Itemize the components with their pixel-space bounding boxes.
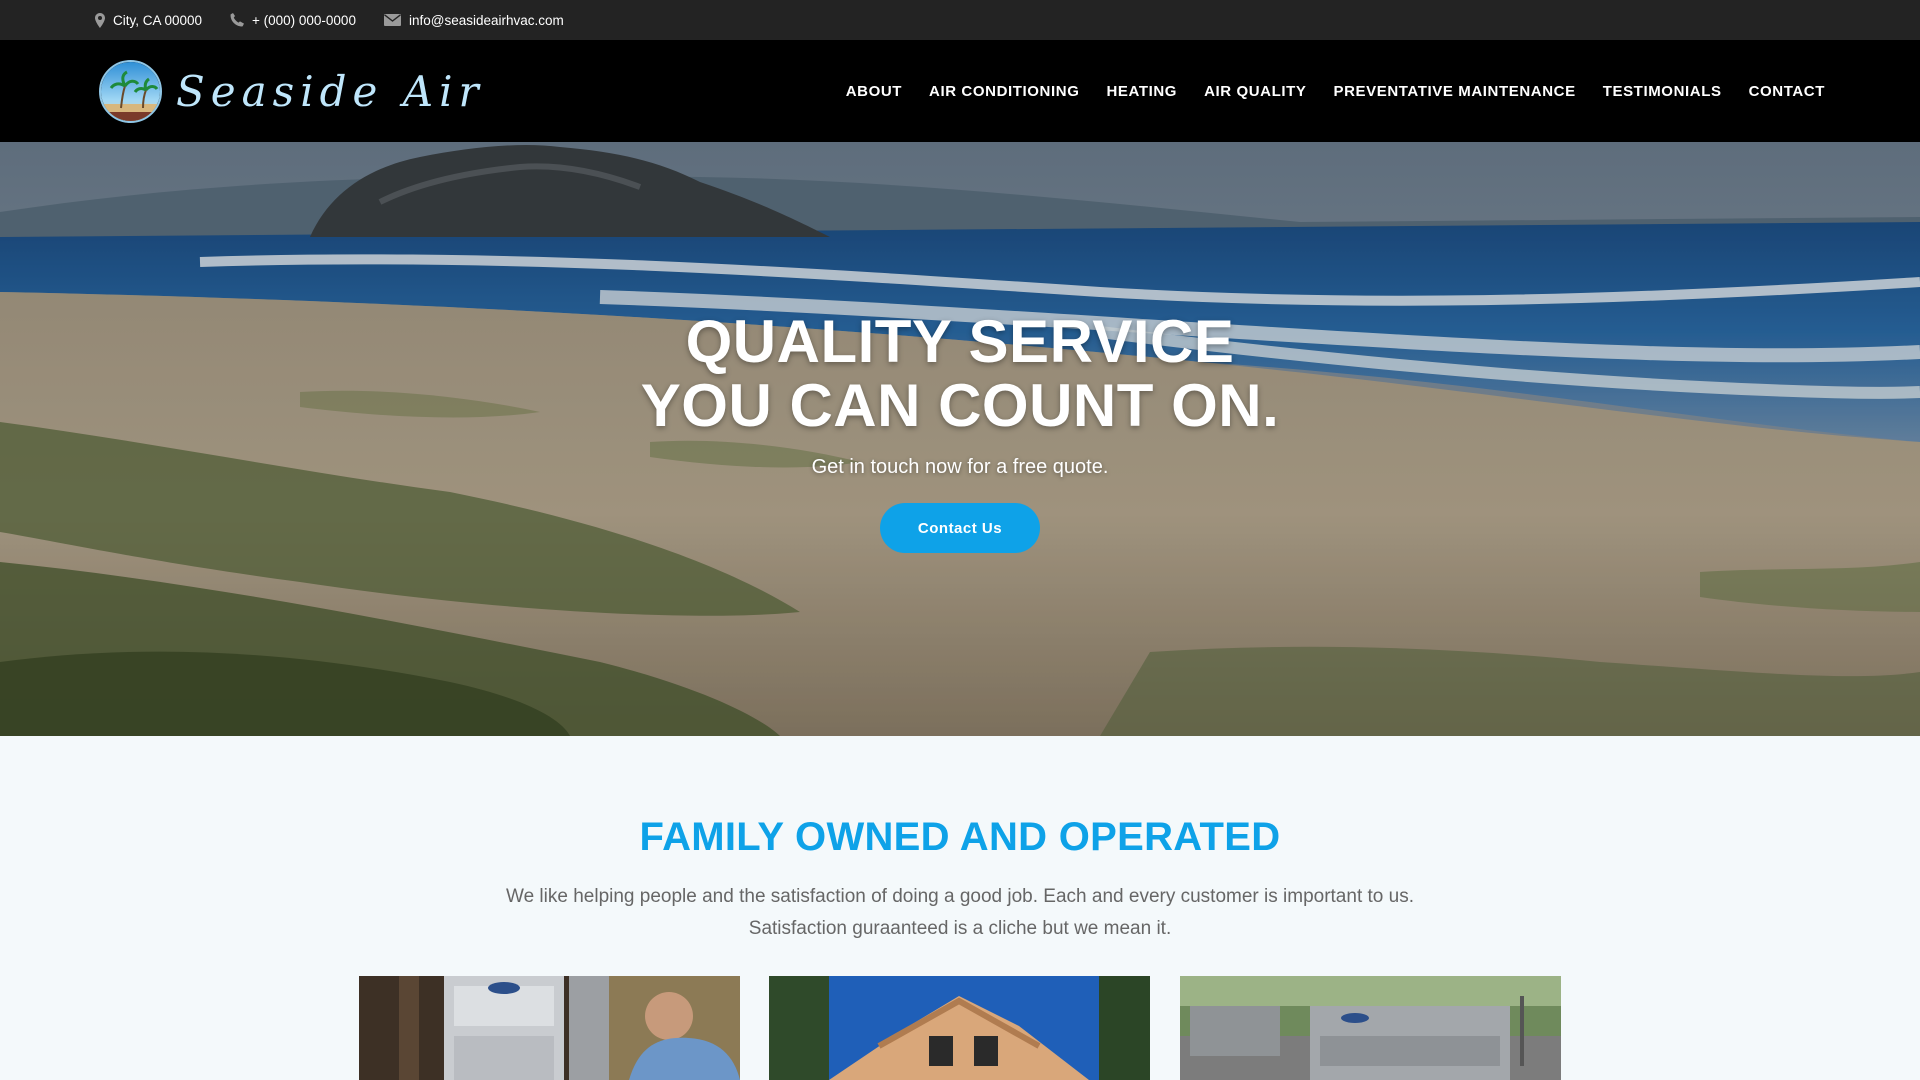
- email-info[interactable]: info@seasideairhvac.com: [384, 0, 564, 40]
- location-info: City, CA 00000: [95, 0, 202, 40]
- nav-item-preventative-maintenance[interactable]: PREVENTATIVE MAINTENANCE: [1334, 83, 1576, 100]
- nav-item-testimonials[interactable]: TESTIMONIALS: [1603, 83, 1722, 100]
- service-card-furnace-image[interactable]: [359, 976, 740, 1080]
- service-card-rooftop-unit-image[interactable]: [1180, 976, 1561, 1080]
- phone-text[interactable]: + (000) 000-0000: [252, 13, 356, 28]
- service-card-new-construction-image[interactable]: [769, 976, 1150, 1080]
- nav-item-air-conditioning[interactable]: AIR CONDITIONING: [929, 83, 1079, 100]
- top-info-bar: City, CA 00000 + (000) 000-0000 info@sea…: [0, 0, 1920, 40]
- brand-logo[interactable]: Seaside Air: [99, 58, 485, 124]
- hero-title: QUALITY SERVICE YOU CAN COUNT ON.: [0, 310, 1920, 438]
- phone-icon: [230, 13, 244, 27]
- section-description-line-1: We like helping people and the satisfact…: [506, 886, 1414, 907]
- nav-item-contact[interactable]: CONTACT: [1749, 83, 1825, 100]
- site-header: Seaside Air ABOUT AIR CONDITIONING HEATI…: [0, 40, 1920, 142]
- nav-item-about[interactable]: ABOUT: [846, 83, 902, 100]
- section-description-line-2: Satisfaction guraanteed is a cliche but …: [748, 918, 1172, 939]
- logo-badge-icon: [99, 59, 162, 123]
- hero-banner: QUALITY SERVICE YOU CAN COUNT ON. Get in…: [0, 142, 1920, 736]
- email-text[interactable]: info@seasideairhvac.com: [409, 13, 564, 28]
- nav-item-air-quality[interactable]: AIR QUALITY: [1204, 83, 1306, 100]
- section-description: We like helping people and the satisfact…: [460, 881, 1460, 945]
- section-title: FAMILY OWNED AND OPERATED: [639, 815, 1281, 859]
- location-text: City, CA 00000: [113, 12, 203, 28]
- main-nav: ABOUT AIR CONDITIONING HEATING AIR QUALI…: [819, 40, 1825, 142]
- hero-title-line-2: YOU CAN COUNT ON.: [640, 372, 1280, 439]
- hero-title-line-1: QUALITY SERVICE: [685, 308, 1235, 375]
- hero-subtitle: Get in touch now for a free quote.: [811, 456, 1109, 478]
- contact-us-button[interactable]: Contact Us: [880, 503, 1040, 553]
- brand-name: Seaside Air: [176, 66, 485, 116]
- map-marker-icon: [95, 12, 105, 28]
- phone-info[interactable]: + (000) 000-0000: [230, 0, 356, 40]
- hero-beach-image: [0, 142, 1920, 736]
- nav-item-heating[interactable]: HEATING: [1106, 83, 1177, 100]
- envelope-icon: [384, 14, 401, 26]
